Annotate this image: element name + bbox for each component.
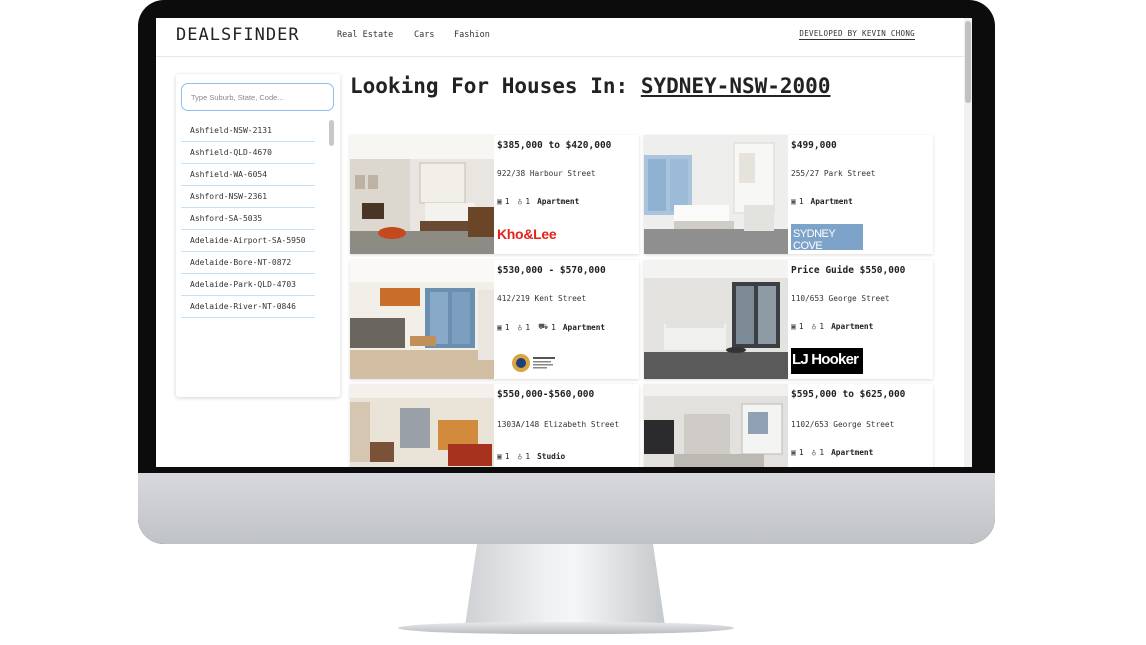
bed-count: 1 — [504, 452, 510, 461]
listing-price: $530,000 - $570,000 — [497, 265, 606, 276]
brand-logo[interactable]: DEALSFINDER — [176, 25, 300, 45]
property-type: Apartment — [831, 322, 874, 331]
listing-photo[interactable] — [350, 135, 494, 254]
listing-info: $595,000 to $625,000 1102/653 George Str… — [791, 384, 931, 467]
listing-photo[interactable] — [350, 384, 494, 467]
property-type: Apartment — [537, 197, 580, 206]
listing-address: 1102/653 George Street — [791, 420, 895, 429]
listing-address: 412/219 Kent Street — [497, 294, 587, 303]
agency-logo: Kho&Lee — [497, 226, 557, 242]
listing-photo[interactable] — [644, 384, 788, 467]
nav-real-estate[interactable]: Real Estate — [337, 30, 393, 40]
suburb-item[interactable]: Ashfield-NSW-2131 — [181, 120, 315, 142]
listing-address: 922/38 Harbour Street — [497, 169, 596, 178]
listing-features: ▣ 1 Apartment — [791, 197, 853, 206]
listing-price: $385,000 to $420,000 — [497, 140, 612, 151]
listing-photo[interactable] — [644, 260, 788, 379]
property-type: Apartment — [831, 448, 874, 457]
listing-address: 110/653 George Street — [791, 294, 890, 303]
monitor-stand — [465, 544, 665, 626]
listing-price: Price Guide $550,000 — [791, 265, 906, 276]
listing-address: 255/27 Park Street — [791, 169, 876, 178]
bath-icon: ♁ — [517, 452, 523, 461]
listing-features: ▣ 1 ♁ 1 Studio — [497, 452, 565, 461]
bed-icon: ▣ — [497, 322, 502, 332]
agency-logo: LJ Hooker — [791, 348, 863, 374]
suburb-list-scrollbar[interactable] — [329, 120, 335, 388]
property-type: Apartment — [810, 197, 853, 206]
suburb-item[interactable]: Adelaide-Airport-SA-5950 — [181, 230, 315, 252]
listing-card[interactable]: Price Guide $550,000 110/653 George Stre… — [644, 260, 933, 379]
nav-cars[interactable]: Cars — [414, 30, 434, 40]
listing-info: $530,000 - $570,000 412/219 Kent Street … — [497, 260, 637, 379]
listing-info: $550,000-$560,000 1303A/148 Elizabeth St… — [497, 384, 637, 467]
car-icon: ⛟ — [538, 322, 549, 331]
bath-count: 1 — [525, 452, 531, 461]
suburb-sidebar: Ashfield-NSW-2131 Ashfield-QLD-4670 Ashf… — [176, 74, 340, 397]
suburb-item[interactable]: Adelaide-Bore-NT-0872 — [181, 252, 315, 274]
listing-info: Price Guide $550,000 110/653 George Stre… — [791, 260, 931, 379]
page-title: Looking For Houses In: SYDNEY-NSW-2000 — [350, 74, 830, 98]
bed-count: 1 — [798, 322, 804, 331]
suburb-search-input[interactable] — [181, 83, 334, 111]
listing-price: $595,000 to $625,000 — [791, 389, 906, 400]
listing-price: $499,000 — [791, 140, 837, 151]
suburb-item[interactable]: Ashford-NSW-2361 — [181, 186, 315, 208]
bath-count: 1 — [525, 322, 531, 332]
listing-features: ▣ 1 ♁ 1 ⛟ 1 Apartment — [497, 322, 605, 332]
listing-info: $499,000 255/27 Park Street ▣ 1 Apartment… — [791, 135, 931, 254]
bath-icon: ♁ — [517, 197, 523, 206]
suburb-item[interactable]: Ashford-SA-5035 — [181, 208, 315, 230]
page-title-prefix: Looking For Houses In: — [350, 74, 629, 98]
agency-logo: SYDNEY COVE — [791, 224, 863, 252]
bed-count: 1 — [798, 448, 804, 457]
bed-icon: ▣ — [791, 197, 796, 206]
car-count: 1 — [551, 322, 556, 332]
listing-features: ▣ 1 ♁ 1 Apartment — [791, 322, 873, 331]
page-scrollbar-thumb[interactable] — [965, 21, 971, 103]
listing-photo[interactable] — [644, 135, 788, 254]
listing-card[interactable]: $550,000-$560,000 1303A/148 Elizabeth St… — [350, 384, 639, 467]
bath-icon: ♁ — [811, 322, 817, 331]
bed-icon: ▣ — [791, 448, 796, 457]
listing-features: ▣ 1 ♁ 1 Apartment — [497, 197, 579, 206]
monitor-chin — [138, 473, 995, 544]
agency-logo — [509, 349, 559, 379]
suburb-item[interactable]: Adelaide-Park-QLD-4703 — [181, 274, 315, 296]
bath-count: 1 — [819, 322, 825, 331]
suburb-item[interactable]: Ashfield-QLD-4670 — [181, 142, 315, 164]
suburb-item[interactable]: Ashfield-WA-6054 — [181, 164, 315, 186]
page-scrollbar[interactable] — [964, 18, 972, 467]
bath-count: 1 — [819, 448, 825, 457]
developer-link[interactable]: DEVELOPED BY KEVIN CHONG — [799, 29, 915, 40]
property-type: Studio — [537, 452, 566, 461]
bed-icon: ▣ — [497, 452, 502, 461]
monitor-base — [398, 622, 734, 634]
suburb-list-scrollbar-thumb[interactable] — [329, 120, 334, 146]
listing-card[interactable]: $385,000 to $420,000 922/38 Harbour Stre… — [350, 135, 639, 254]
bed-icon: ▣ — [497, 197, 502, 206]
bath-icon: ♁ — [811, 448, 817, 457]
bed-icon: ▣ — [791, 322, 796, 331]
property-type: Apartment — [562, 322, 606, 332]
bed-count: 1 — [504, 322, 510, 332]
listing-card[interactable]: $530,000 - $570,000 412/219 Kent Street … — [350, 260, 639, 379]
listing-photo[interactable] — [350, 260, 494, 379]
listing-address: 1303A/148 Elizabeth Street — [497, 420, 620, 429]
suburb-list: Ashfield-NSW-2131 Ashfield-QLD-4670 Ashf… — [181, 120, 315, 318]
listing-card[interactable]: $595,000 to $625,000 1102/653 George Str… — [644, 384, 933, 467]
bath-count: 1 — [525, 197, 531, 206]
listing-card[interactable]: $499,000 255/27 Park Street ▣ 1 Apartment… — [644, 135, 933, 254]
bath-icon: ♁ — [517, 322, 523, 332]
bed-count: 1 — [504, 197, 510, 206]
suburb-item[interactable]: Adelaide-River-NT-0846 — [181, 296, 315, 318]
location-link[interactable]: SYDNEY-NSW-2000 — [641, 74, 831, 98]
listing-features: ▣ 1 ♁ 1 Apartment — [791, 448, 873, 457]
listing-price: $550,000-$560,000 — [497, 389, 595, 400]
top-navbar: DEALSFINDER Real Estate Cars Fashion DEV… — [156, 18, 964, 57]
browser-screen: DEALSFINDER Real Estate Cars Fashion DEV… — [156, 18, 972, 467]
listing-info: $385,000 to $420,000 922/38 Harbour Stre… — [497, 135, 637, 254]
bed-count: 1 — [798, 197, 804, 206]
nav-fashion[interactable]: Fashion — [454, 30, 490, 40]
